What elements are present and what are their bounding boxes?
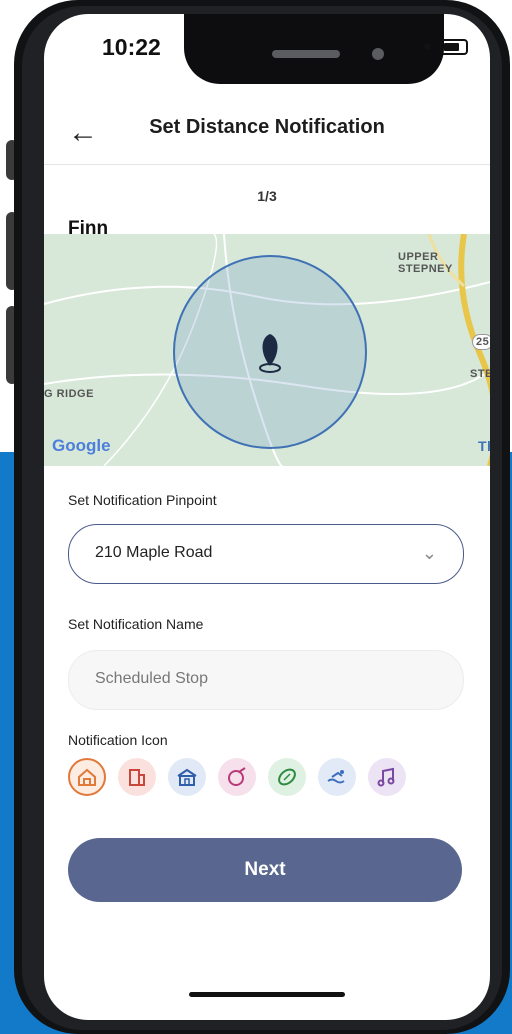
- map-label: UPPER STEPNEY: [398, 251, 453, 275]
- map-label: STE: [470, 368, 490, 380]
- pinpoint-label: Set Notification Pinpoint: [68, 492, 217, 508]
- speaker: [272, 50, 340, 58]
- status-icons: ●: [422, 38, 468, 56]
- step-indicator: 1/3: [257, 188, 277, 204]
- building-icon[interactable]: [118, 758, 156, 796]
- icon-picker: [68, 758, 406, 796]
- google-logo-text: Google: [52, 436, 111, 455]
- name-label: Set Notification Name: [68, 616, 204, 632]
- app-screen: 10:22 ● ← Set Distance Notification 1/3 …: [44, 14, 490, 1020]
- pinpoint-value: 210 Maple Road: [95, 544, 213, 561]
- notification-name-input[interactable]: Scheduled Stop: [68, 650, 464, 710]
- page-title: Set Distance Notification: [149, 116, 385, 138]
- google-attribution: Google: [52, 436, 111, 456]
- home-indicator: [189, 992, 345, 997]
- icon-label: Notification Icon: [68, 732, 168, 748]
- status-time: 10:22: [102, 34, 161, 60]
- map-label: Th: [478, 438, 490, 454]
- map-label: G RIDGE: [44, 388, 94, 400]
- chevron-down-icon: ⌄: [421, 543, 437, 563]
- music-icon[interactable]: [368, 758, 406, 796]
- paint-icon[interactable]: [218, 758, 256, 796]
- school-icon[interactable]: [168, 758, 206, 796]
- football-icon[interactable]: [268, 758, 306, 796]
- home-icon[interactable]: [68, 758, 106, 796]
- notch: [184, 14, 444, 84]
- camera: [372, 48, 384, 60]
- swim-icon[interactable]: [318, 758, 356, 796]
- wifi-icon: ●: [422, 38, 432, 55]
- next-button[interactable]: Next: [68, 838, 462, 902]
- battery-icon: [440, 39, 468, 55]
- notification-name-placeholder: Scheduled Stop: [95, 670, 208, 687]
- pinpoint-select[interactable]: 210 Maple Road ⌄: [68, 524, 464, 584]
- map-view[interactable]: UPPER STEPNEY G RIDGE 25 STE Th Google: [44, 234, 490, 466]
- header: ← Set Distance Notification: [44, 106, 490, 165]
- road-badge: 25: [472, 334, 490, 350]
